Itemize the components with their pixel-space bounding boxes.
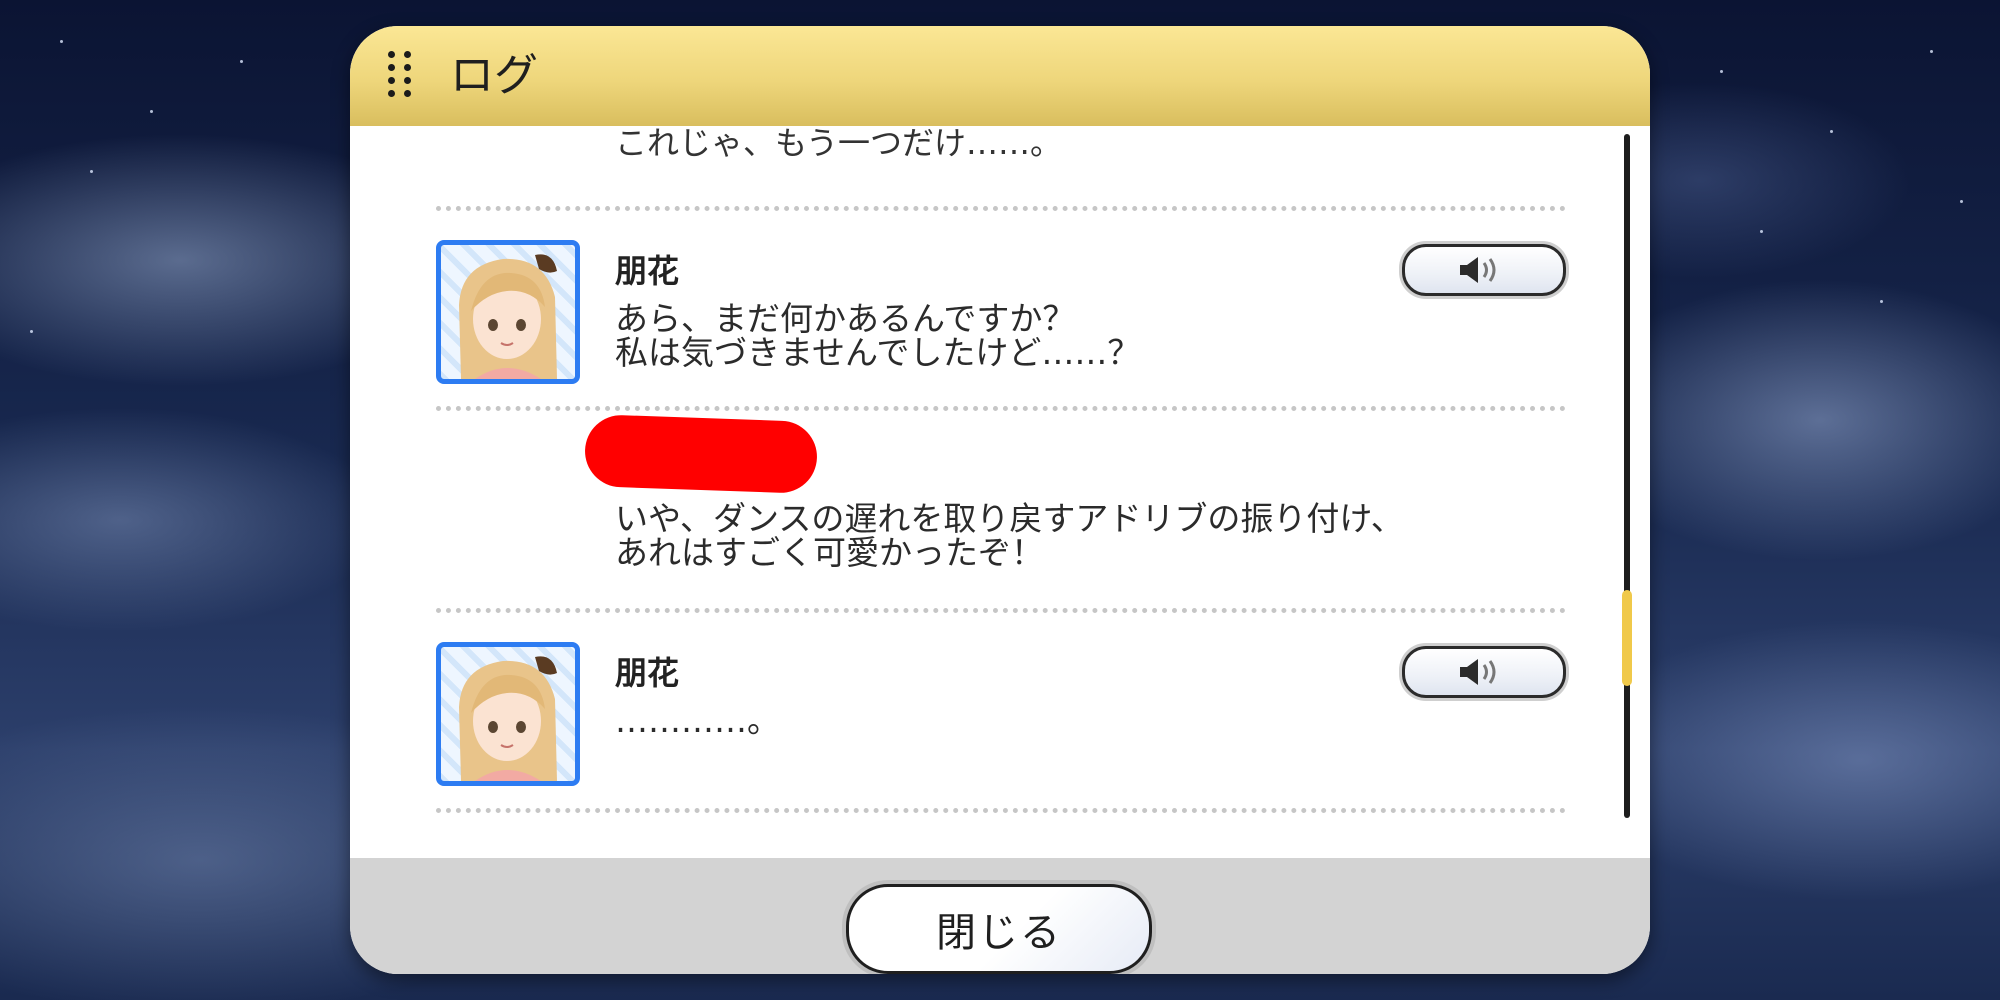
star — [90, 170, 93, 173]
star — [1930, 50, 1933, 53]
log-list[interactable]: これじゃ、もう一つだけ……。 朋花 あら、まだ何かあるんですか？ 私は気づきませ… — [350, 126, 1650, 858]
redacted-speaker-name — [583, 413, 819, 495]
log-title: ログ — [450, 50, 538, 101]
close-button[interactable]: 閉じる — [846, 884, 1152, 974]
drag-handle-icon[interactable] — [388, 51, 418, 103]
dialogue-line: あら、まだ何かあるんですか？ — [615, 299, 1076, 338]
log-divider — [436, 206, 1566, 211]
dialogue-line: 私は気づきませんでしたけど……？ — [615, 333, 1141, 372]
log-divider — [436, 808, 1566, 813]
voice-replay-button[interactable] — [1402, 244, 1566, 296]
star — [1720, 70, 1723, 73]
dialogue-line: いや、ダンスの遅れを取り戻すアドリブの振り付け、 — [615, 499, 1404, 538]
log-window: ログ これじゃ、もう一つだけ……。 朋花 あら、まだ何かあるんですか？ 私は気づ… — [350, 26, 1650, 974]
speaker-icon — [1460, 659, 1496, 685]
speaker-name: 朋花 — [615, 252, 680, 290]
log-header[interactable]: ログ — [350, 26, 1650, 126]
log-footer: 閉じる — [350, 858, 1650, 974]
character-avatar — [436, 240, 580, 384]
scrollbar-thumb[interactable] — [1622, 590, 1632, 686]
star — [1960, 200, 1963, 203]
speaker-icon — [1460, 257, 1496, 283]
scrollbar-track[interactable] — [1624, 134, 1630, 818]
star — [30, 330, 33, 333]
star — [60, 40, 63, 43]
voice-replay-button[interactable] — [1402, 646, 1566, 698]
star — [1880, 300, 1883, 303]
log-line-cutoff: これじゃ、もう一つだけ……。 — [615, 126, 1063, 162]
star — [1830, 130, 1833, 133]
star — [1760, 230, 1763, 233]
star — [240, 60, 243, 63]
dialogue-line: あれはすごく可愛かったぞ！ — [615, 533, 1044, 572]
log-divider — [436, 608, 1566, 613]
character-avatar — [436, 642, 580, 786]
dialogue-line: …………。 — [615, 701, 780, 740]
log-divider — [436, 406, 1566, 411]
speaker-name: 朋花 — [615, 654, 680, 692]
star — [150, 110, 153, 113]
